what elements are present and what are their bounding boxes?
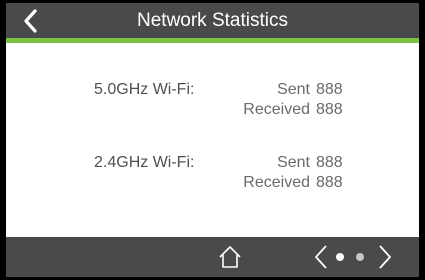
header-bar: Network Statistics [6, 3, 419, 38]
footer-bar [6, 237, 419, 277]
received-label-24ghz: Received [243, 174, 310, 191]
sent-label-5ghz: Sent [277, 81, 310, 98]
received-value-24ghz: 888 [316, 174, 343, 191]
home-button[interactable] [217, 244, 243, 270]
sent-value-24ghz: 888 [316, 154, 343, 171]
page-indicator-dot-active [336, 253, 344, 261]
received-label-5ghz: Received [243, 101, 310, 118]
chevron-right-icon [379, 245, 391, 269]
stats-panel: 5.0GHz Wi-Fi: Sent 888 Received 888 2.4G… [6, 43, 419, 237]
received-value-5ghz: 888 [316, 101, 343, 118]
device-frame: Network Statistics 5.0GHz Wi-Fi: Sent 88… [0, 0, 425, 280]
sent-value-5ghz: 888 [316, 81, 343, 98]
page-title: Network Statistics [137, 10, 288, 31]
sent-label-24ghz: Sent [277, 154, 310, 171]
home-icon [219, 246, 241, 268]
previous-page-button[interactable] [312, 243, 330, 271]
chevron-left-icon [315, 245, 327, 269]
page-indicator-dot-inactive [356, 253, 364, 261]
next-page-button[interactable] [376, 243, 394, 271]
screen: Network Statistics 5.0GHz Wi-Fi: Sent 88… [6, 3, 419, 277]
